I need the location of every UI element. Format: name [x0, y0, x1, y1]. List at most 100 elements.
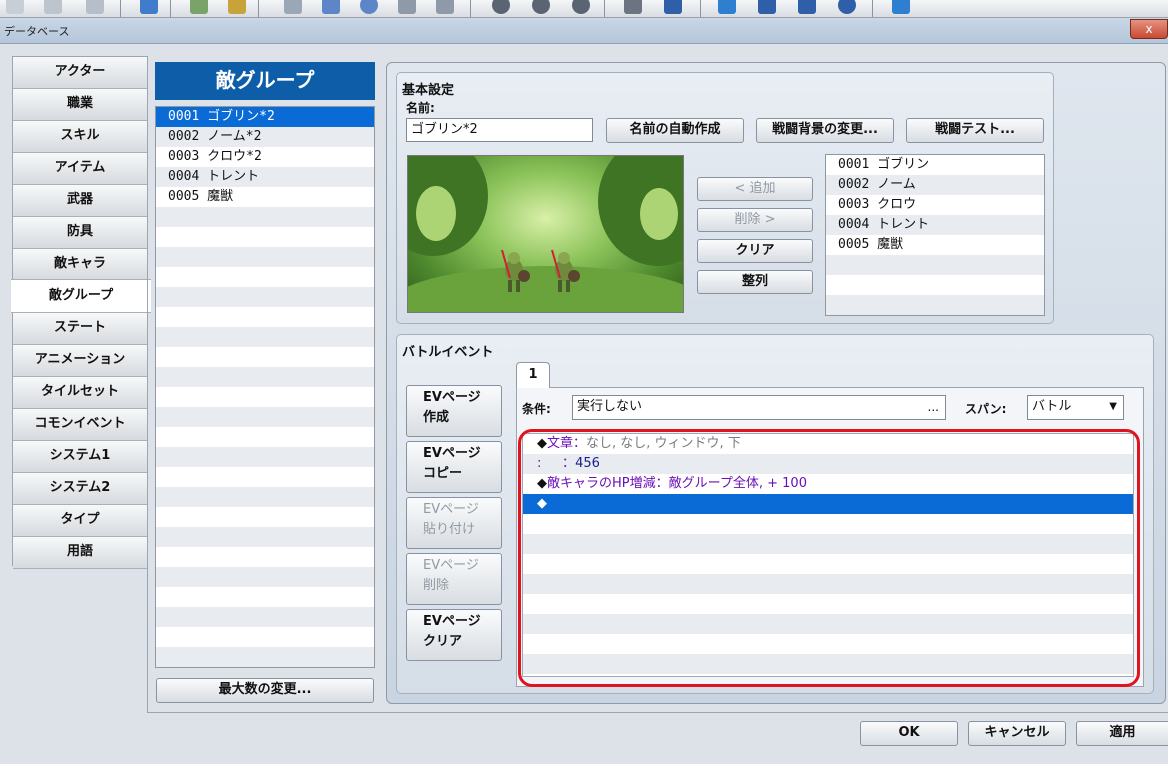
- command-row[interactable]: ◆文章：なし, なし, ウィンドウ, 下: [523, 434, 1133, 454]
- command-detail: 敵グループ全体, + 100: [668, 476, 807, 491]
- pencil-icon[interactable]: [284, 0, 302, 14]
- span-select[interactable]: バトル ▼: [1027, 395, 1124, 420]
- battle-test-button[interactable]: 戦闘テスト...: [906, 118, 1044, 143]
- event-layer-icon[interactable]: [228, 0, 246, 14]
- tab-weapons[interactable]: 武器: [13, 185, 147, 217]
- toolbar-separator: [170, 0, 171, 17]
- condition-field[interactable]: 実行しない ...: [572, 395, 946, 420]
- database-icon[interactable]: [624, 0, 642, 14]
- list-item[interactable]: 0003 クロウ: [826, 195, 1044, 215]
- command-marker: ◆: [537, 496, 547, 511]
- name-input[interactable]: ゴブリン*2: [406, 118, 593, 142]
- list-item[interactable]: 0004 トレント: [156, 167, 374, 187]
- fill-icon[interactable]: [398, 0, 416, 14]
- tab-armors[interactable]: 防具: [13, 217, 147, 249]
- align-button[interactable]: 整列: [697, 270, 813, 294]
- foliage-shape: [640, 188, 678, 240]
- close-button[interactable]: x: [1130, 19, 1168, 39]
- command-row[interactable]: : ：456: [523, 454, 1133, 474]
- tab-troops[interactable]: 敵グループ: [11, 279, 151, 313]
- basic-settings-title: 基本設定: [402, 83, 455, 98]
- ev-page-copy-button[interactable]: EVページ コピー: [406, 441, 502, 493]
- auto-name-button[interactable]: 名前の自動作成: [606, 118, 744, 143]
- condition-value: 実行しない: [577, 399, 643, 414]
- ev-page-clear-button[interactable]: EVページ クリア: [406, 609, 502, 661]
- rectangle-icon[interactable]: [322, 0, 340, 14]
- resource-manager-icon[interactable]: [798, 0, 816, 14]
- database-tabs: アクター 職業 スキル アイテム 武器 防具 敵キャラ 敵グループ ステート ア…: [11, 56, 151, 569]
- foliage-shape: [408, 266, 683, 312]
- cut-icon[interactable]: [6, 0, 24, 14]
- ellipse-icon[interactable]: [360, 0, 378, 14]
- goblin-sprite: [498, 248, 530, 292]
- tab-system-2[interactable]: システム2: [13, 473, 147, 505]
- command-name: 敵キャラのHP増減: [547, 476, 656, 491]
- add-enemy-button[interactable]: < 追加: [697, 177, 813, 201]
- clear-button[interactable]: クリア: [697, 239, 813, 263]
- tab-actors[interactable]: アクター: [13, 57, 147, 89]
- tab-items[interactable]: アイテム: [13, 153, 147, 185]
- list-item[interactable]: 0005 魔獣: [826, 235, 1044, 255]
- enemy-list[interactable]: 0001 ゴブリン 0002 ノーム 0003 クロウ 0004 トレント 00…: [825, 154, 1045, 316]
- toolbar-separator: [470, 0, 471, 17]
- toolbar-separator: [872, 0, 873, 17]
- tab-terms[interactable]: 用語: [13, 537, 147, 569]
- paste-icon[interactable]: [86, 0, 104, 14]
- foliage-shape: [416, 186, 456, 241]
- change-maximum-button[interactable]: 最大数の変更...: [156, 678, 374, 703]
- tab-skills[interactable]: スキル: [13, 121, 147, 153]
- tab-enemies[interactable]: 敵キャラ: [13, 249, 147, 281]
- command-detail: なし, なし, ウィンドウ, 下: [586, 436, 741, 451]
- sound-test-icon[interactable]: [718, 0, 736, 14]
- more-icon[interactable]: ...: [928, 396, 939, 418]
- toolbar-separator: [258, 0, 259, 17]
- close-icon[interactable]: x: [1145, 22, 1152, 36]
- command-row[interactable]: ◆: [523, 494, 1133, 514]
- list-item[interactable]: 0001 ゴブリン: [826, 155, 1044, 175]
- list-item[interactable]: 0001 ゴブリン*2: [156, 107, 374, 127]
- character-generator-icon[interactable]: [838, 0, 856, 14]
- remove-enemy-button[interactable]: 削除 >: [697, 208, 813, 232]
- plugin-icon[interactable]: [664, 0, 682, 14]
- battle-background-preview: [407, 155, 684, 313]
- tab-system-1[interactable]: システム1: [13, 441, 147, 473]
- event-search-icon[interactable]: [758, 0, 776, 14]
- tab-states[interactable]: ステート: [13, 313, 147, 345]
- playtest-icon[interactable]: [892, 0, 910, 14]
- divider: [147, 56, 148, 712]
- change-battleback-button[interactable]: 戦闘背景の変更...: [756, 118, 894, 143]
- troop-list[interactable]: 0001 ゴブリン*2 0002 ノーム*2 0003 クロウ*2 0004 ト…: [155, 106, 375, 668]
- tab-classes[interactable]: 職業: [13, 89, 147, 121]
- list-item[interactable]: 0002 ノーム: [826, 175, 1044, 195]
- undo-icon[interactable]: [140, 0, 158, 14]
- command-row[interactable]: ◆敵キャラのHP増減：敵グループ全体, + 100: [523, 474, 1133, 494]
- event-command-list[interactable]: ◆文章：なし, なし, ウィンドウ, 下 : ：456 ◆敵キャラのHP増減：敵…: [522, 433, 1134, 677]
- name-label: 名前:: [406, 101, 435, 115]
- zoom-actual-icon[interactable]: [572, 0, 590, 14]
- tab-animations[interactable]: アニメーション: [13, 345, 147, 377]
- zoom-out-icon[interactable]: [532, 0, 550, 14]
- tab-types[interactable]: タイプ: [13, 505, 147, 537]
- map-layer-icon[interactable]: [190, 0, 208, 14]
- apply-button[interactable]: 適用: [1076, 721, 1168, 746]
- list-item[interactable]: 0003 クロウ*2: [156, 147, 374, 167]
- toolbar-separator: [604, 0, 605, 17]
- list-item[interactable]: 0005 魔獣: [156, 187, 374, 207]
- ev-page-paste-button[interactable]: EVページ 貼り付け: [406, 497, 502, 549]
- ev-page-create-button[interactable]: EVページ 作成: [406, 385, 502, 437]
- chevron-down-icon[interactable]: ▼: [1109, 396, 1117, 418]
- shadow-pen-icon[interactable]: [436, 0, 454, 14]
- toolbar-separator: [120, 0, 121, 17]
- list-item[interactable]: 0002 ノーム*2: [156, 127, 374, 147]
- cancel-button[interactable]: キャンセル: [968, 721, 1066, 746]
- copy-icon[interactable]: [44, 0, 62, 14]
- tab-common-events[interactable]: コモンイベント: [13, 409, 147, 441]
- ev-page-delete-button[interactable]: EVページ 削除: [406, 553, 502, 605]
- tab-tilesets[interactable]: タイルセット: [13, 377, 147, 409]
- command-name: 文章: [547, 436, 574, 451]
- command-separator: ：: [541, 456, 576, 471]
- tab-page-1[interactable]: 1: [516, 362, 550, 388]
- zoom-in-icon[interactable]: [492, 0, 510, 14]
- list-item[interactable]: 0004 トレント: [826, 215, 1044, 235]
- ok-button[interactable]: OK: [860, 721, 958, 746]
